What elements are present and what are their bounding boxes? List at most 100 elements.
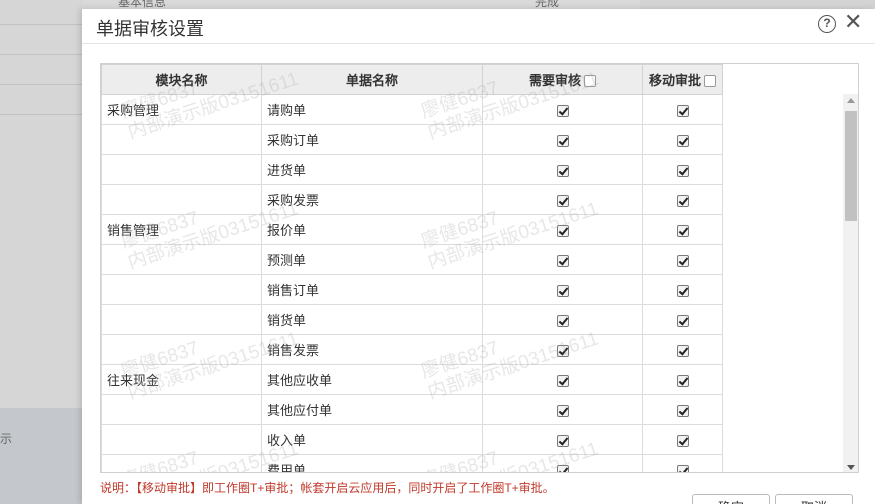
module-cell: 往来现金: [101, 364, 262, 395]
need-audit-cell: [482, 154, 643, 185]
document-cell: 采购发票: [261, 184, 483, 215]
scroll-up-arrow-icon[interactable]: [847, 98, 855, 103]
need-audit-cell: [482, 214, 643, 245]
document-audit-grid: 模块名称 单据名称 需要审核 移动审批 采购管理 请购单 采购订单 进货单 采购…: [100, 63, 859, 473]
need-audit-checkbox[interactable]: [556, 404, 569, 417]
dialog-title: 单据审核设置: [96, 19, 204, 39]
mobile-approval-cell: [642, 394, 723, 425]
help-icon[interactable]: ?: [818, 15, 836, 33]
mobile-approval-checkbox[interactable]: [676, 284, 689, 297]
select-all-need-audit-checkbox[interactable]: [584, 75, 596, 87]
mobile-approval-checkbox[interactable]: [676, 134, 689, 147]
need-audit-checkbox[interactable]: [556, 434, 569, 447]
column-header-document-label: 单据名称: [345, 73, 398, 88]
column-header-module: 模块名称: [101, 64, 262, 95]
module-cell: [101, 184, 262, 215]
table-row: 采购管理 请购单: [101, 94, 723, 125]
mobile-approval-cell: [642, 274, 723, 305]
mobile-approval-checkbox[interactable]: [676, 434, 689, 447]
module-cell: [101, 244, 262, 275]
document-cell: 预测单: [261, 244, 483, 275]
need-audit-cell: [482, 394, 643, 425]
mobile-approval-checkbox[interactable]: [676, 104, 689, 117]
document-cell: 报价单: [261, 214, 483, 245]
need-audit-checkbox[interactable]: [556, 314, 569, 327]
cancel-button[interactable]: 取消: [775, 494, 853, 504]
mobile-approval-cell: [642, 214, 723, 245]
document-cell: 收入单: [261, 424, 483, 455]
table-row: 往来现金 其他应收单: [101, 364, 723, 395]
module-cell: 采购管理: [101, 94, 262, 125]
need-audit-cell: [482, 424, 643, 455]
need-audit-cell: [482, 184, 643, 215]
mobile-approval-cell: [642, 244, 723, 275]
mobile-approval-checkbox[interactable]: [676, 164, 689, 177]
table-row: 采购发票: [101, 184, 723, 215]
mobile-approval-checkbox[interactable]: [676, 314, 689, 327]
table-row: 其他应付单: [101, 394, 723, 425]
background-divider: [0, 24, 82, 25]
module-cell: [101, 424, 262, 455]
table-row: 费用单: [101, 454, 723, 472]
need-audit-cell: [482, 274, 643, 305]
need-audit-checkbox[interactable]: [556, 254, 569, 267]
document-cell: 销售发票: [261, 334, 483, 365]
ok-button[interactable]: 确定: [692, 494, 770, 504]
need-audit-checkbox[interactable]: [556, 224, 569, 237]
mobile-approval-checkbox[interactable]: [676, 344, 689, 357]
document-cell: 采购订单: [261, 124, 483, 155]
mobile-approval-cell: [642, 304, 723, 335]
scroll-down-arrow-icon[interactable]: [847, 465, 855, 470]
module-cell: [101, 394, 262, 425]
need-audit-cell: [482, 454, 643, 472]
table-row: 销售订单: [101, 274, 723, 305]
background-divider: [0, 114, 82, 115]
table-row: 进货单: [101, 154, 723, 185]
column-header-need-audit: 需要审核: [482, 64, 643, 95]
table-row: 销售管理 报价单: [101, 214, 723, 245]
need-audit-checkbox[interactable]: [556, 284, 569, 297]
audit-table: 模块名称 单据名称 需要审核 移动审批 采购管理 请购单 采购订单 进货单 采购…: [101, 64, 723, 472]
need-audit-cell: [482, 94, 643, 125]
module-cell: [101, 304, 262, 335]
table-row: 收入单: [101, 424, 723, 455]
background-divider: [0, 84, 82, 85]
document-cell: 其他应收单: [261, 364, 483, 395]
mobile-approval-cell: [642, 424, 723, 455]
table-row: 销售发票: [101, 334, 723, 365]
scrollbar-thumb[interactable]: [845, 111, 857, 221]
grid-vertical-scrollbar[interactable]: [843, 94, 858, 472]
document-cell: 销货单: [261, 304, 483, 335]
need-audit-cell: [482, 304, 643, 335]
document-cell: 费用单: [261, 454, 483, 472]
column-header-mobile-approval: 移动审批: [642, 64, 723, 95]
document-cell: 请购单: [261, 94, 483, 125]
mobile-approval-checkbox[interactable]: [676, 374, 689, 387]
module-cell: [101, 334, 262, 365]
background-lower-panel: [0, 408, 82, 504]
need-audit-cell: [482, 124, 643, 155]
column-header-mobile-approval-label: 移动审批: [648, 73, 701, 88]
close-icon[interactable]: ✕: [844, 11, 862, 33]
need-audit-checkbox[interactable]: [556, 164, 569, 177]
table-row: 采购订单: [101, 124, 723, 155]
mobile-approval-cell: [642, 364, 723, 395]
select-all-mobile-approval-checkbox[interactable]: [704, 75, 716, 87]
mobile-approval-checkbox[interactable]: [676, 404, 689, 417]
need-audit-checkbox[interactable]: [556, 134, 569, 147]
need-audit-checkbox[interactable]: [556, 464, 569, 472]
module-cell: [101, 154, 262, 185]
need-audit-checkbox[interactable]: [556, 344, 569, 357]
module-cell: [101, 454, 262, 472]
need-audit-cell: [482, 334, 643, 365]
need-audit-checkbox[interactable]: [556, 374, 569, 387]
need-audit-checkbox[interactable]: [556, 194, 569, 207]
document-cell: 其他应付单: [261, 394, 483, 425]
mobile-approval-cell: [642, 94, 723, 125]
mobile-approval-checkbox[interactable]: [676, 194, 689, 207]
mobile-approval-checkbox[interactable]: [676, 254, 689, 267]
mobile-approval-checkbox[interactable]: [676, 464, 689, 472]
column-header-module-label: 模块名称: [155, 73, 208, 88]
mobile-approval-checkbox[interactable]: [676, 224, 689, 237]
need-audit-checkbox[interactable]: [556, 104, 569, 117]
